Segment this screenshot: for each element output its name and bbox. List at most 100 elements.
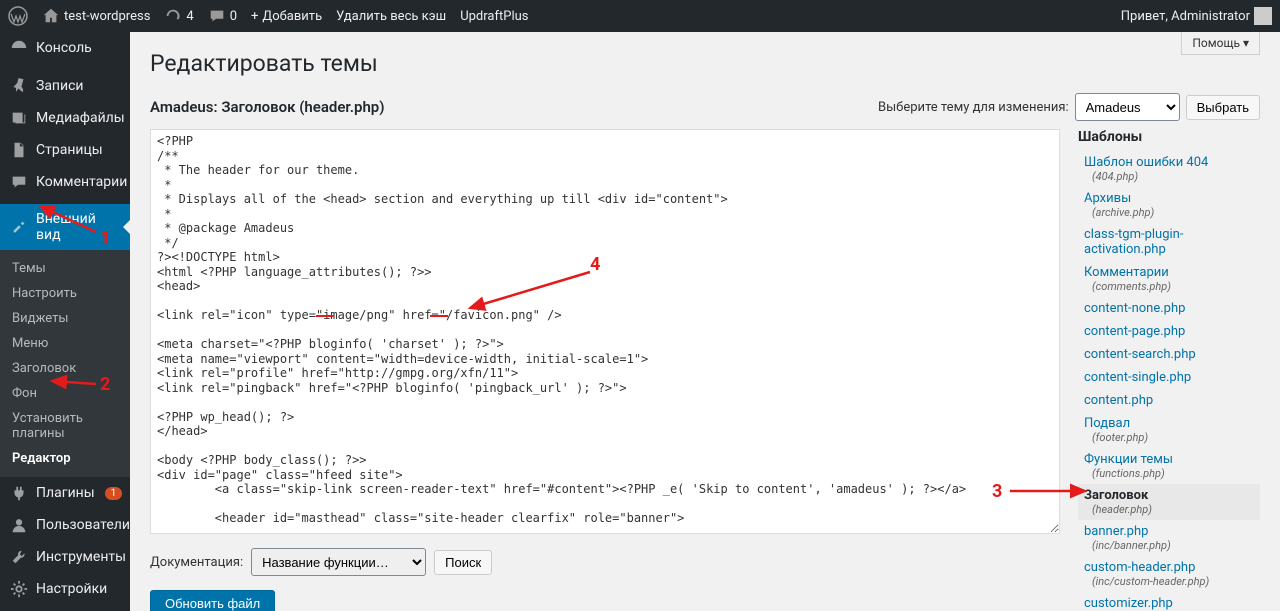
doc-search-button[interactable]: Поиск bbox=[434, 550, 492, 575]
template-filename: (inc/custom-header.php) bbox=[1084, 575, 1254, 588]
template-item[interactable]: customizer.php(inc/customizer.php) bbox=[1078, 592, 1260, 611]
submenu-item[interactable]: Установить плагины bbox=[0, 406, 130, 446]
template-filename: (header.php) bbox=[1084, 503, 1254, 516]
template-link[interactable]: Подвал bbox=[1084, 416, 1130, 431]
updates-count: 4 bbox=[186, 9, 193, 24]
template-link[interactable]: content-search.php bbox=[1084, 347, 1196, 362]
template-item[interactable]: class-tgm-plugin-activation.php bbox=[1078, 223, 1260, 261]
tools-icon bbox=[10, 548, 28, 566]
template-link[interactable]: content-single.php bbox=[1084, 370, 1191, 385]
updraft-link[interactable]: UpdraftPlus bbox=[460, 9, 528, 24]
sidebar-item-label: Комментарии bbox=[36, 174, 127, 190]
submenu-item[interactable]: Заголовок bbox=[0, 356, 130, 381]
template-link[interactable]: Шаблон ошибки 404 bbox=[1084, 155, 1208, 170]
template-item[interactable]: content-none.php bbox=[1078, 297, 1260, 320]
update-file-button[interactable]: Обновить файл bbox=[150, 590, 275, 611]
template-link[interactable]: Заголовок bbox=[1084, 488, 1148, 503]
sidebar-item-label: Записи bbox=[36, 78, 84, 94]
template-item[interactable]: Архивы(archive.php) bbox=[1078, 187, 1260, 223]
sidebar-item-pages[interactable]: Страницы bbox=[0, 134, 130, 166]
comments-icon bbox=[10, 173, 28, 191]
template-item[interactable]: content-page.php bbox=[1078, 320, 1260, 343]
sidebar-item-comments[interactable]: Комментарии bbox=[0, 166, 130, 198]
template-filename: (archive.php) bbox=[1084, 206, 1254, 219]
template-filename: (comments.php) bbox=[1084, 280, 1254, 293]
template-link[interactable]: class-tgm-plugin-activation.php bbox=[1084, 227, 1183, 257]
refresh-icon bbox=[164, 7, 182, 25]
sidebar-item-users[interactable]: Пользователи bbox=[0, 509, 130, 541]
template-filename: (functions.php) bbox=[1084, 467, 1254, 480]
sidebar-item-label: Настройки bbox=[36, 581, 107, 597]
code-editor[interactable] bbox=[150, 129, 1060, 534]
template-item[interactable]: content-single.php bbox=[1078, 366, 1260, 389]
template-link[interactable]: content-none.php bbox=[1084, 301, 1185, 316]
sidebar-item-label: Пользователи bbox=[36, 517, 130, 533]
submenu-item[interactable]: Меню bbox=[0, 331, 130, 356]
comments-link[interactable]: 0 bbox=[208, 7, 237, 25]
doc-function-select[interactable]: Название функции… bbox=[251, 548, 426, 576]
comments-count: 0 bbox=[230, 9, 237, 24]
template-item[interactable]: content-search.php bbox=[1078, 343, 1260, 366]
template-item[interactable]: Шаблон ошибки 404(404.php) bbox=[1078, 151, 1260, 187]
template-link[interactable]: customizer.php bbox=[1084, 596, 1173, 611]
template-item[interactable]: content.php bbox=[1078, 389, 1260, 412]
admin-toolbar: test-wordpress 4 0 + Добавить Удалить ве… bbox=[0, 0, 1280, 32]
submenu-item[interactable]: Виджеты bbox=[0, 306, 130, 331]
templates-panel: Шаблоны Шаблон ошибки 404(404.php)Архивы… bbox=[1078, 129, 1260, 611]
help-label: Помощь bbox=[1192, 36, 1240, 50]
template-filename: (inc/banner.php) bbox=[1084, 539, 1254, 552]
select-theme-button[interactable]: Выбрать bbox=[1186, 95, 1260, 120]
sidebar-item-plugins[interactable]: Плагины1 bbox=[0, 477, 130, 509]
plus-icon: + bbox=[251, 9, 258, 24]
template-item[interactable]: Функции темы(functions.php) bbox=[1078, 448, 1260, 484]
wp-logo[interactable] bbox=[8, 6, 28, 26]
template-item[interactable]: custom-header.php(inc/custom-header.php) bbox=[1078, 556, 1260, 592]
updates-link[interactable]: 4 bbox=[164, 7, 193, 25]
plugins-icon bbox=[10, 484, 28, 502]
file-subtitle: Amadeus: Заголовок (header.php) bbox=[150, 98, 385, 116]
sidebar-item-tools[interactable]: Инструменты bbox=[0, 541, 130, 573]
template-item[interactable]: Подвал(footer.php) bbox=[1078, 412, 1260, 448]
template-link[interactable]: Архивы bbox=[1084, 191, 1131, 206]
help-tab[interactable]: Помощь ▾ bbox=[1181, 32, 1260, 55]
submenu-item[interactable]: Настроить bbox=[0, 281, 130, 306]
wordpress-icon bbox=[8, 6, 28, 26]
greeting-text: Привет, Administrator bbox=[1121, 9, 1250, 24]
templates-heading: Шаблоны bbox=[1078, 129, 1260, 145]
delete-cache-link[interactable]: Удалить весь кэш bbox=[336, 9, 446, 24]
home-icon bbox=[42, 7, 60, 25]
template-item[interactable]: Комментарии(comments.php) bbox=[1078, 261, 1260, 297]
sidebar-item-label: Консоль bbox=[36, 40, 92, 56]
template-item[interactable]: banner.php(inc/banner.php) bbox=[1078, 520, 1260, 556]
sidebar-item-dashboard[interactable]: Консоль bbox=[0, 32, 130, 64]
template-link[interactable]: content.php bbox=[1084, 393, 1153, 408]
template-link[interactable]: custom-header.php bbox=[1084, 560, 1195, 575]
sidebar-item-media[interactable]: Медиафайлы bbox=[0, 102, 130, 134]
submenu-item[interactable]: Темы bbox=[0, 256, 130, 281]
sidebar-item-label: Внешний вид bbox=[36, 211, 120, 243]
template-link[interactable]: Комментарии bbox=[1084, 265, 1169, 280]
template-filename: (404.php) bbox=[1084, 170, 1254, 183]
site-link[interactable]: test-wordpress bbox=[42, 7, 150, 25]
sidebar-item-label: Страницы bbox=[36, 142, 103, 158]
comment-icon bbox=[208, 7, 226, 25]
sidebar-item-appearance[interactable]: Внешний вид bbox=[0, 204, 130, 250]
doc-label: Документация: bbox=[150, 555, 243, 570]
sidebar-item-pin[interactable]: Записи bbox=[0, 70, 130, 102]
sidebar-item-settings[interactable]: Настройки bbox=[0, 573, 130, 605]
template-item[interactable]: Заголовок(header.php) bbox=[1078, 484, 1260, 520]
template-link[interactable]: banner.php bbox=[1084, 524, 1148, 539]
submenu-appearance: ТемыНастроитьВиджетыМенюЗаголовокФонУста… bbox=[0, 250, 130, 477]
admin-sidebar: Консоль Записи Медиафайлы Страницы Комментар… bbox=[0, 32, 130, 611]
template-link[interactable]: Функции темы bbox=[1084, 452, 1173, 467]
badge: 1 bbox=[105, 487, 123, 500]
theme-select[interactable]: Amadeus bbox=[1075, 93, 1180, 121]
submenu-item[interactable]: Редактор bbox=[0, 446, 130, 471]
sidebar-item-label: Инструменты bbox=[36, 549, 126, 565]
add-new-link[interactable]: + Добавить bbox=[251, 9, 322, 24]
appearance-icon bbox=[10, 218, 28, 236]
theme-select-label: Выберите тему для изменения: bbox=[878, 100, 1069, 115]
template-link[interactable]: content-page.php bbox=[1084, 324, 1185, 339]
user-greeting[interactable]: Привет, Administrator bbox=[1121, 7, 1272, 25]
submenu-item[interactable]: Фон bbox=[0, 381, 130, 406]
